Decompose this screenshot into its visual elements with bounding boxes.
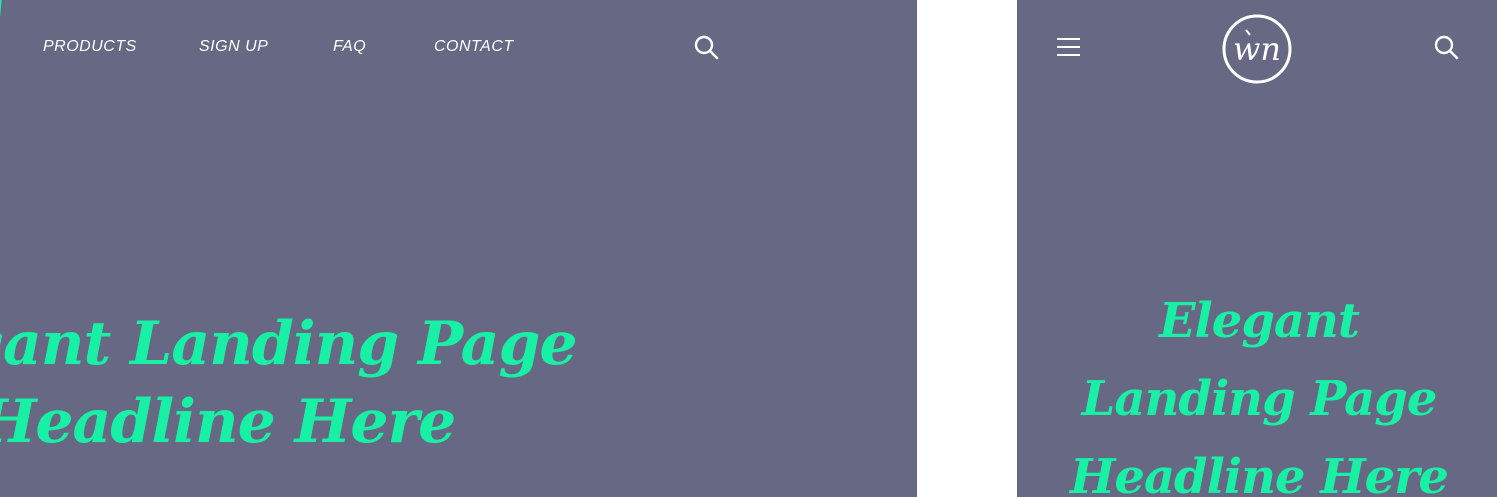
mobile-hero-headline-line-1: Elegant xyxy=(1158,293,1360,349)
hamburger-menu-icon xyxy=(1057,38,1080,56)
search-button[interactable] xyxy=(693,34,719,60)
nav-item-products[interactable]: PRODUCTS xyxy=(43,37,137,57)
logo-wordmark: wn xyxy=(1233,30,1281,68)
hero-headline-line-1: Elegant Landing Page xyxy=(0,309,578,379)
nav-item-sign-up[interactable]: SIGN UP xyxy=(199,37,268,57)
mobile-hero-headline-line-2: Landing Page xyxy=(1081,371,1438,427)
desktop-landing-page: PRODUCTS SIGN UP FAQ CONTACT Elegant Lan… xyxy=(0,0,917,497)
mobile-hero-headline: Elegant Landing Page Headline Here xyxy=(1017,282,1497,497)
mobile-search-button[interactable] xyxy=(1433,34,1459,60)
page-canvas: PRODUCTS SIGN UP FAQ CONTACT Elegant Lan… xyxy=(0,0,1497,497)
hero-headline: Elegant Landing Page Headline Here xyxy=(0,305,735,461)
logo-icon: wn xyxy=(1222,14,1292,84)
search-icon xyxy=(1434,35,1459,60)
search-icon xyxy=(694,35,719,60)
mobile-hero-headline-line-3: Headline Here xyxy=(1070,449,1449,497)
nav-item-contact[interactable]: CONTACT xyxy=(434,37,514,57)
brand-logo[interactable]: wn xyxy=(1222,14,1292,84)
nav-item-faq[interactable]: FAQ xyxy=(333,37,366,57)
accent-stroke-icon xyxy=(0,0,2,18)
menu-button[interactable] xyxy=(1056,34,1082,60)
mobile-landing-page: wn Elegant Landing Page Headline Here xyxy=(1017,0,1497,497)
hero-headline-line-2: Headline Here xyxy=(0,387,456,457)
